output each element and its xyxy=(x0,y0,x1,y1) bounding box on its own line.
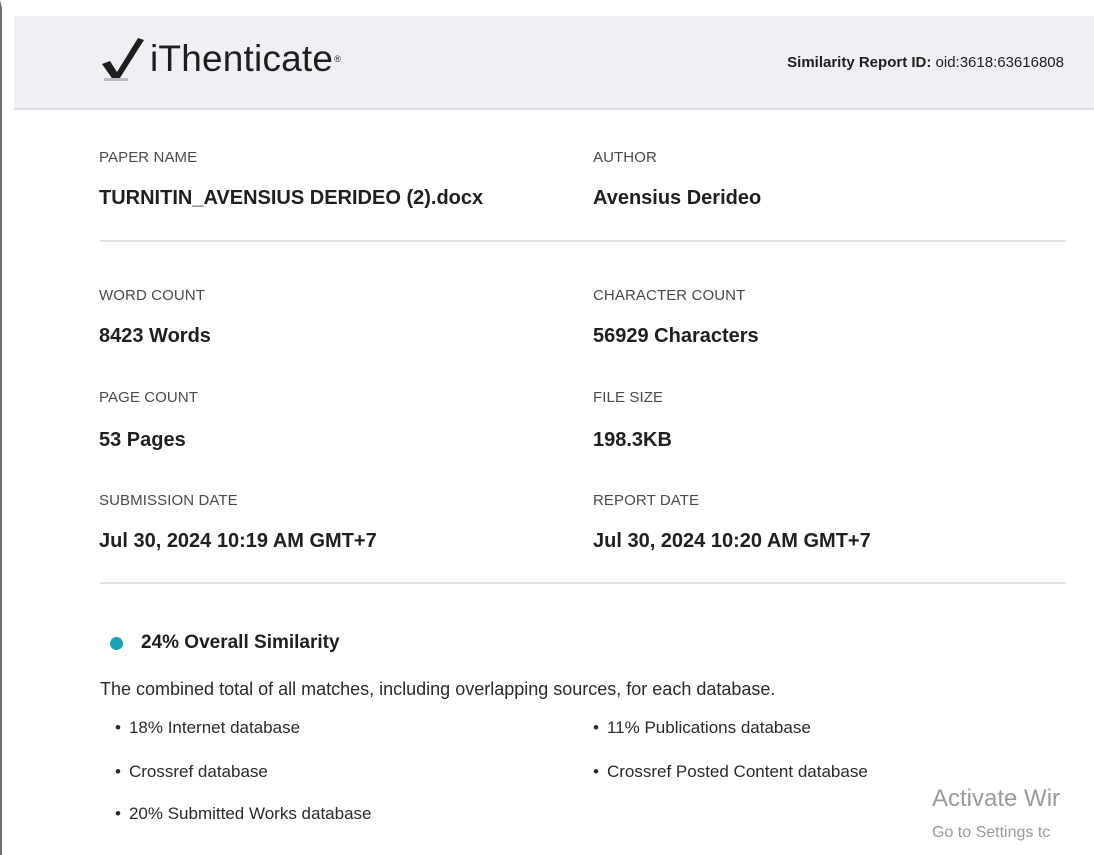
page-count-value: 53 Pages xyxy=(99,429,186,451)
activation-watermark-subtitle: Go to Settings tc xyxy=(932,824,1051,841)
list-item: • Crossref Posted Content database xyxy=(593,762,868,782)
report-id-label: Similarity Report ID: xyxy=(787,54,932,71)
list-item-text: Crossref database xyxy=(128,762,268,781)
word-count-label: WORD COUNT xyxy=(99,287,205,304)
bullet-icon: • xyxy=(593,762,599,781)
report-page: iThenticate ® Similarity Report ID: oid:… xyxy=(0,0,1094,855)
list-item-text: 18% Internet database xyxy=(128,718,301,737)
list-item-text: Crossref Posted Content database xyxy=(606,762,868,781)
author-label: AUTHOR xyxy=(593,149,657,166)
report-id-value: oid:3618:63616808 xyxy=(931,54,1064,71)
report-date-label: REPORT DATE xyxy=(593,492,700,509)
submission-date-label: SUBMISSION DATE xyxy=(99,492,238,509)
list-item: • Crossref database xyxy=(115,762,268,782)
list-item-text: 20% Submitted Works database xyxy=(128,804,372,823)
paper-name-label: PAPER NAME xyxy=(99,149,198,166)
report-date-value: Jul 30, 2024 10:20 AM GMT+7 xyxy=(593,530,871,552)
report-header: iThenticate ® Similarity Report ID: oid:… xyxy=(14,16,1094,110)
divider xyxy=(100,240,1066,242)
checkmark-icon xyxy=(102,38,144,81)
bullet-icon: • xyxy=(115,718,121,737)
character-count-label: CHARACTER COUNT xyxy=(593,287,746,304)
overall-similarity-title: 24% Overall Similarity xyxy=(141,632,340,653)
word-count-value: 8423 Words xyxy=(99,325,211,347)
similarity-description: The combined total of all matches, inclu… xyxy=(100,679,776,699)
bullet-icon: • xyxy=(115,804,121,823)
logo-registered-mark: ® xyxy=(334,54,341,64)
similarity-dot-icon xyxy=(110,637,123,650)
similarity-report-id: Similarity Report ID: oid:3618:63616808 xyxy=(787,54,1064,71)
character-count-value: 56929 Characters xyxy=(593,325,759,347)
page-count-label: PAGE COUNT xyxy=(99,389,199,406)
list-item-text: 11% Publications database xyxy=(606,718,811,737)
paper-name-value: TURNITIN_AVENSIUS DERIDEO (2).docx xyxy=(99,187,484,209)
divider xyxy=(100,582,1066,584)
list-item: • 11% Publications database xyxy=(593,718,811,738)
list-item: • 18% Internet database xyxy=(115,718,300,738)
bullet-icon: • xyxy=(593,718,599,737)
bullet-icon: • xyxy=(115,762,121,781)
author-value: Avensius Derideo xyxy=(593,187,762,209)
logo-text: iThenticate xyxy=(150,38,334,79)
ithenticate-logo: iThenticate ® xyxy=(100,34,341,84)
submission-date-value: Jul 30, 2024 10:19 AM GMT+7 xyxy=(99,530,377,552)
file-size-value: 198.3KB xyxy=(593,429,672,451)
file-size-label: FILE SIZE xyxy=(593,389,664,406)
activation-watermark-title: Activate Wir xyxy=(932,785,1061,812)
list-item: • 20% Submitted Works database xyxy=(115,804,372,824)
